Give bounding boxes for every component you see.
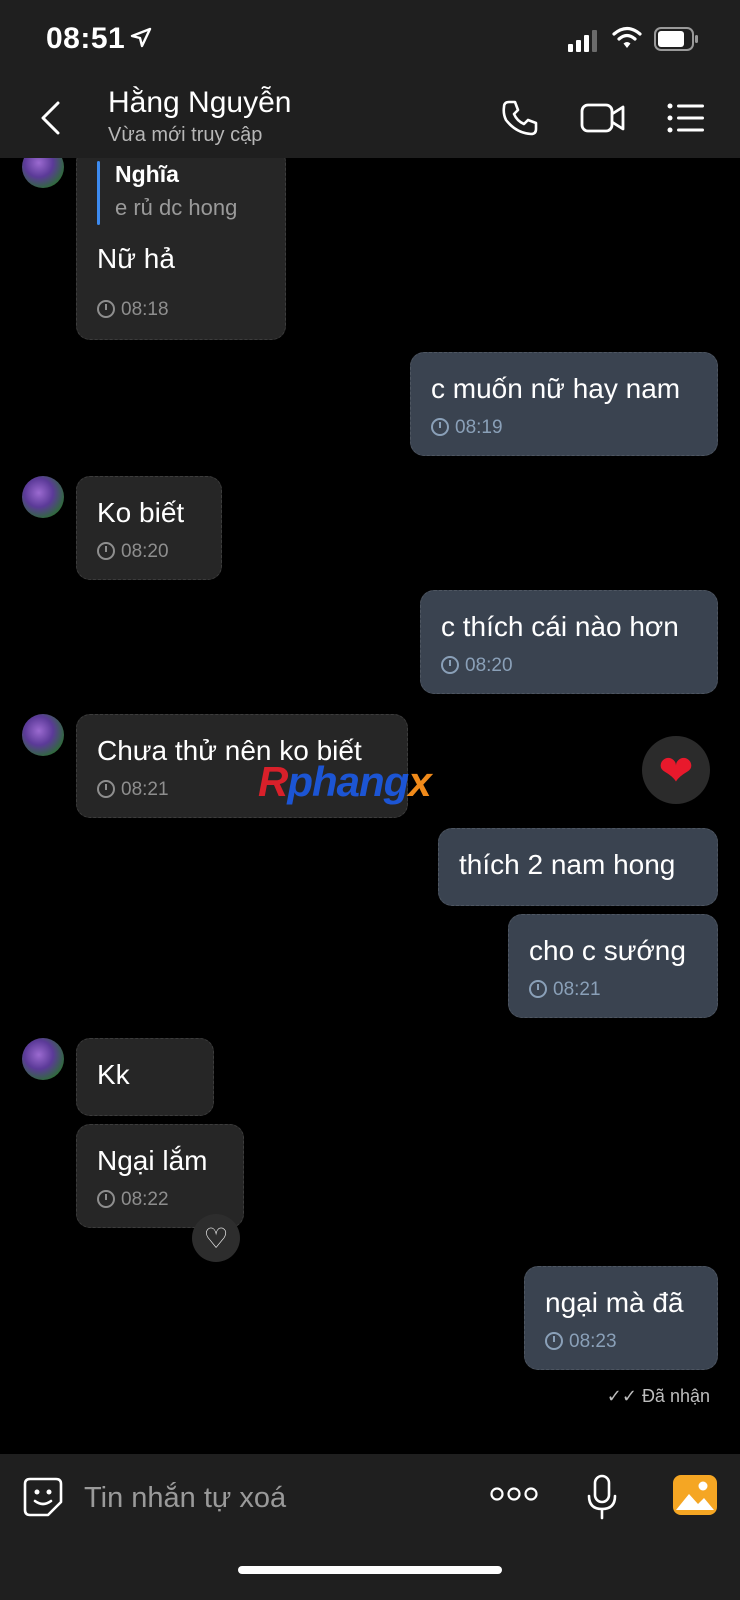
message-bubble-outgoing[interactable]: c thích cái nào hơn 08:20 [420, 590, 718, 694]
message-text: Ngại lắm [97, 1145, 208, 1176]
message-bubble-incoming[interactable]: Nghĩa e rủ dc hong Nữ hả 08:18 [76, 158, 286, 340]
message-timestamp: 08:21 [97, 779, 169, 801]
message-text: cho c sướng [529, 935, 686, 966]
timer-icon [97, 1190, 115, 1208]
contact-name[interactable]: Hằng Nguyễn [108, 86, 291, 120]
message-bubble-incoming[interactable]: Ko biết 08:20 [76, 476, 222, 580]
message-text: thích 2 nam hong [459, 849, 676, 880]
contact-avatar[interactable] [22, 1038, 64, 1080]
message-bubble-outgoing[interactable]: cho c sướng 08:21 [508, 914, 718, 1018]
back-arrow-icon[interactable] [38, 100, 64, 136]
timer-icon [529, 980, 547, 998]
message-text: ngại mà đã [545, 1287, 684, 1318]
timer-icon [545, 1332, 563, 1350]
message-text: Nữ hả [97, 243, 175, 274]
menu-list-icon[interactable] [666, 98, 706, 138]
status-bar: 08:51 [0, 0, 740, 80]
presence-status: Vừa mới truy cập [108, 124, 263, 146]
message-bubble-outgoing[interactable]: c muốn nữ hay nam 08:19 [410, 352, 718, 456]
reply-quote-bar [97, 161, 100, 225]
message-text: Kk [97, 1059, 130, 1090]
message-text: c muốn nữ hay nam [431, 373, 681, 404]
phone-call-icon[interactable] [500, 98, 540, 138]
message-timestamp: 08:22 [97, 1189, 169, 1211]
more-options-icon[interactable] [490, 1486, 538, 1502]
add-reaction-heart-icon[interactable]: ♡ [192, 1214, 240, 1262]
timer-icon [431, 418, 449, 436]
heart-reaction-icon[interactable]: ❤ [642, 736, 710, 804]
video-call-icon[interactable] [580, 98, 626, 138]
message-timestamp: 08:20 [441, 655, 513, 677]
wifi-icon [612, 26, 642, 48]
message-timestamp: 08:21 [529, 979, 601, 1001]
watermark-logo: Rphangx [258, 758, 432, 805]
home-indicator [238, 1566, 502, 1574]
delivery-status: ✓✓ Đã nhận [606, 1386, 710, 1406]
timer-icon [97, 542, 115, 560]
cellular-signal-icon [568, 30, 597, 52]
contact-avatar[interactable] [22, 476, 64, 518]
message-bubble-outgoing[interactable]: thích 2 nam hong [438, 828, 718, 906]
status-time: 08:51 [46, 22, 126, 55]
location-arrow-icon [130, 27, 152, 48]
timer-icon [97, 780, 115, 798]
message-bubble-incoming[interactable]: Ngại lắm 08:22 [76, 1124, 244, 1228]
chat-header: Hằng Nguyễn Vừa mới truy cập [0, 80, 740, 158]
contact-avatar[interactable] [22, 158, 64, 188]
gallery-image-icon[interactable] [672, 1474, 718, 1516]
battery-icon [654, 27, 698, 51]
sticker-emoji-icon[interactable] [22, 1476, 64, 1518]
message-timestamp: 08:19 [431, 417, 503, 439]
message-timestamp: 08:18 [97, 299, 169, 321]
contact-avatar[interactable] [22, 714, 64, 756]
reply-quote-author: Nghĩa [115, 161, 179, 187]
message-composer: Tin nhắn tự xoá [0, 1454, 740, 1600]
message-text: c thích cái nào hơn [441, 611, 679, 642]
message-input[interactable]: Tin nhắn tự xoá [84, 1482, 286, 1515]
message-text: Ko biết [97, 497, 185, 528]
timer-icon [97, 300, 115, 318]
message-timestamp: 08:23 [545, 1331, 617, 1353]
message-timestamp: 08:20 [97, 541, 169, 563]
reply-quote-text: e rủ dc hong [115, 195, 238, 220]
timer-icon [441, 656, 459, 674]
message-bubble-incoming[interactable]: Kk [76, 1038, 214, 1116]
message-list[interactable]: Nghĩa e rủ dc hong Nữ hả 08:18 c muốn nữ… [0, 158, 740, 1454]
microphone-icon[interactable] [586, 1474, 618, 1520]
message-bubble-outgoing[interactable]: ngại mà đã 08:23 [524, 1266, 718, 1370]
double-check-icon: ✓✓ [606, 1386, 637, 1406]
